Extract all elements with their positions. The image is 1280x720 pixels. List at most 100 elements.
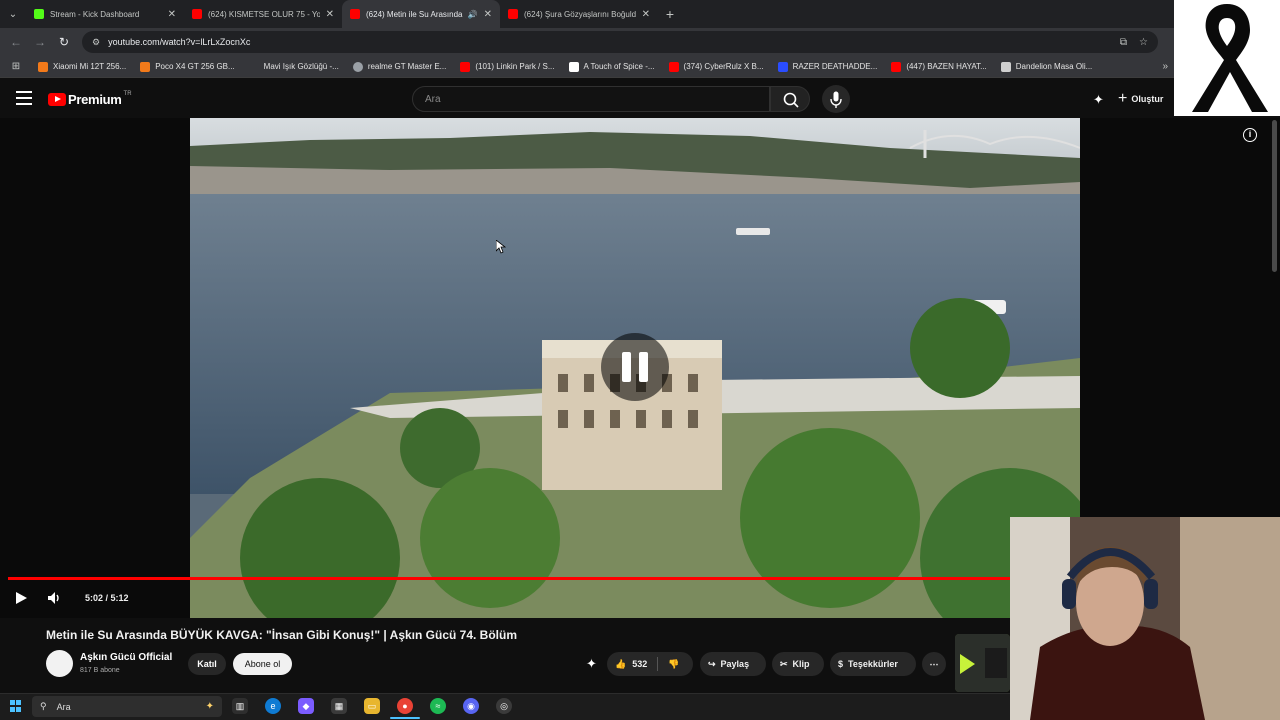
bookmark-item[interactable]: Dandelion Masa Oli... xyxy=(1000,61,1092,72)
create-button[interactable]: + Oluştur xyxy=(1118,88,1163,110)
hb-favicon-icon xyxy=(140,61,151,72)
youtube-play-logo-icon xyxy=(48,93,66,106)
like-button[interactable]: 👍 532 xyxy=(615,659,647,670)
pause-bar-right xyxy=(639,352,648,382)
extension-icon[interactable]: ✦ xyxy=(1093,92,1104,108)
tab-search-chevron-icon[interactable]: ⌄ xyxy=(0,0,26,28)
forward-arrow-icon[interactable]: → xyxy=(28,35,52,49)
youtube-logo[interactable]: Premium TR xyxy=(48,90,132,107)
store-favicon-icon xyxy=(1000,61,1011,72)
youtube-favicon-icon xyxy=(891,61,902,72)
speaker-icon[interactable]: 🔊 xyxy=(468,10,478,19)
url-text[interactable]: youtube.com/watch?v=lLrLxZocnXc xyxy=(108,37,250,47)
bookmark-star-icon[interactable]: ☆ xyxy=(1139,37,1148,48)
taskbar-search-icon: ⚲ xyxy=(40,701,47,711)
pause-overlay-icon[interactable] xyxy=(601,333,669,401)
search-input[interactable]: Ara xyxy=(412,86,770,112)
microphone-icon xyxy=(830,91,842,108)
tab-close-icon[interactable]: ✕ xyxy=(642,9,650,20)
country-code: TR xyxy=(123,90,132,97)
tab-title: (624) Metin ile Su Arasında xyxy=(366,9,463,19)
bookmark-item[interactable]: Mavi Işık Gözlüğü -... xyxy=(249,62,339,72)
back-arrow-icon[interactable]: ← xyxy=(4,35,28,49)
apps-grid-icon[interactable]: ⊞ xyxy=(6,61,26,72)
file-explorer-icon[interactable]: ▭ xyxy=(364,698,380,714)
bookmark-item[interactable]: Poco X4 GT 256 GB... xyxy=(140,61,235,72)
share-button[interactable]: ↪ Paylaş xyxy=(700,652,766,676)
taskbar-search[interactable]: ⚲ Ara ✦ xyxy=(32,696,222,717)
webcam-image xyxy=(1010,517,1280,720)
logo-text: Premium xyxy=(68,92,122,107)
chrome-icon[interactable]: ● xyxy=(397,698,413,714)
vendor-favicon-icon xyxy=(777,61,788,72)
browser-tab[interactable]: (624) KISMETSE OLUR 75 - YouTube ✕ xyxy=(184,0,342,28)
reload-icon[interactable]: ↻ xyxy=(52,35,76,49)
bookmark-item[interactable]: A Touch of Spice -... xyxy=(568,61,655,72)
thumbs-up-icon: 👍 xyxy=(615,658,627,669)
task-view-icon[interactable]: ▥ xyxy=(232,698,248,714)
bookmark-item[interactable]: Xiaomi Mi 12T 256... xyxy=(38,61,126,72)
copilot-sparkle-icon: ✦ xyxy=(205,701,214,712)
copilot-icon[interactable]: ◆ xyxy=(298,698,314,714)
tab-close-icon[interactable]: ✕ xyxy=(168,9,176,20)
progress-bar[interactable] xyxy=(8,577,1010,580)
bookmark-item[interactable]: (101) Linkin Park / S... xyxy=(460,61,555,72)
join-button[interactable]: Katıl xyxy=(188,653,226,675)
extension-action-icon[interactable]: ✦ xyxy=(586,656,597,672)
bookmark-item[interactable]: RAZER DEATHADDE... xyxy=(777,61,877,72)
search-button[interactable] xyxy=(770,86,810,112)
youtube-favicon-icon xyxy=(350,9,360,19)
more-actions-icon[interactable]: ⋯ xyxy=(922,652,946,676)
browser-tab[interactable]: (624) Şura Gözyaşlarını Boğuldu ✕ xyxy=(500,0,658,28)
super-thanks-icon: $ xyxy=(838,659,844,669)
obs-icon[interactable]: ◎ xyxy=(496,698,512,714)
page-scrollbar[interactable] xyxy=(1272,120,1277,272)
new-tab-plus-icon[interactable]: + xyxy=(658,0,682,28)
browser-tab[interactable]: Stream - Kick Dashboard ✕ xyxy=(26,0,184,28)
bookmark-item[interactable]: (447) BAZEN HAYAT... xyxy=(891,61,987,72)
spotify-icon[interactable]: ≈ xyxy=(430,698,446,714)
globe-favicon-icon xyxy=(352,61,363,72)
hb-favicon-icon xyxy=(38,61,48,72)
clip-button[interactable]: ✂ Klip xyxy=(772,652,824,676)
windows-start-icon[interactable] xyxy=(10,700,22,712)
channel-avatar[interactable] xyxy=(46,650,73,677)
menu-hamburger-icon[interactable] xyxy=(16,91,32,105)
mouse-cursor-icon xyxy=(495,239,507,259)
tab-close-icon[interactable]: ✕ xyxy=(326,9,334,20)
webcam-overlay xyxy=(1010,517,1280,720)
bookmarks-bar: ⊞ Xiaomi Mi 12T 256... Poco X4 GT 256 GB… xyxy=(0,56,1174,78)
youtube-favicon-icon xyxy=(192,9,202,19)
page-favicon-icon xyxy=(568,61,579,72)
create-label: Oluştur xyxy=(1131,94,1164,104)
address-bar[interactable]: ⚙ youtube.com/watch?v=lLrLxZocnXc ⧉ ☆ xyxy=(82,31,1158,53)
thanks-button[interactable]: $ Teşekkürler xyxy=(830,652,916,676)
info-icon[interactable]: i xyxy=(1243,128,1257,142)
youtube-favicon-icon xyxy=(668,61,679,72)
bookmarks-overflow-chevron-icon[interactable]: » xyxy=(1162,61,1168,72)
blank-favicon-icon xyxy=(249,62,259,72)
edge-icon[interactable]: e xyxy=(265,698,281,714)
thumbs-down-icon[interactable]: 👎 xyxy=(668,659,679,670)
install-app-icon[interactable]: ⧉ xyxy=(1120,37,1127,48)
play-icon xyxy=(16,592,27,604)
ribbon-icon xyxy=(1192,4,1268,112)
share-label: Paylaş xyxy=(720,659,750,669)
volume-button[interactable] xyxy=(47,591,63,610)
site-info-icon[interactable]: ⚙ xyxy=(92,37,100,48)
search-icon xyxy=(783,92,799,108)
channel-name[interactable]: Aşkın Gücü Official xyxy=(80,652,172,663)
play-button[interactable] xyxy=(14,591,28,610)
bookmark-item[interactable]: realme GT Master E... xyxy=(352,61,446,72)
browser-tab-active[interactable]: (624) Metin ile Su Arasında 🔊 ✕ xyxy=(342,0,500,28)
voice-search-button[interactable] xyxy=(822,85,850,113)
store-icon[interactable]: ▦ xyxy=(331,698,347,714)
discord-icon[interactable]: ◉ xyxy=(463,698,479,714)
bookmark-item[interactable]: (374) CyberRulz X B... xyxy=(668,61,764,72)
tab-close-icon[interactable]: ✕ xyxy=(484,9,492,20)
thanks-label: Teşekkürler xyxy=(848,659,898,669)
black-ribbon-overlay xyxy=(1174,0,1280,116)
subscribe-button[interactable]: Abone ol xyxy=(233,653,292,675)
subscriber-count: 817 B abone xyxy=(80,667,120,674)
recommended-thumbnail[interactable] xyxy=(955,634,1010,692)
